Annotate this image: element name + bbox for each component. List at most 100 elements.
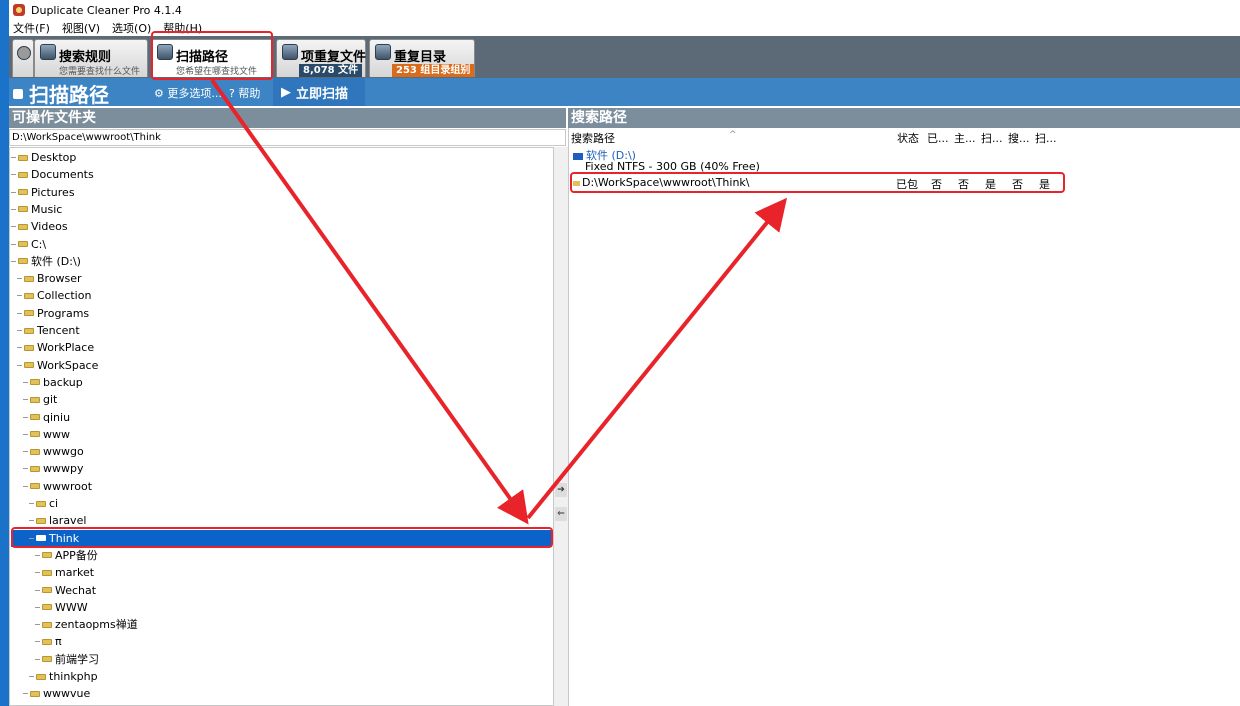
- expander-icon[interactable]: [35, 589, 40, 591]
- expander-icon[interactable]: [17, 347, 22, 349]
- pane-splitter[interactable]: [554, 147, 568, 706]
- tree-node[interactable]: Pictures: [11, 184, 75, 201]
- expander-icon[interactable]: [23, 381, 28, 383]
- expander-icon[interactable]: [35, 606, 40, 608]
- tree-node[interactable]: wwwgo: [23, 443, 84, 460]
- row-scan2[interactable]: 是: [1039, 176, 1050, 192]
- tree-node[interactable]: WorkPlace: [17, 339, 94, 356]
- expander-icon[interactable]: [29, 520, 34, 522]
- row-master[interactable]: 否: [958, 176, 969, 192]
- expander-icon[interactable]: [11, 226, 16, 228]
- tree-node[interactable]: Programs: [17, 305, 89, 322]
- tree-node[interactable]: π: [35, 633, 62, 650]
- expander-icon[interactable]: [17, 330, 22, 331]
- tree-node[interactable]: zentaopms禅道: [35, 616, 138, 633]
- tab-duplicate-folders[interactable]: 重复目录 253 组目录组别: [369, 39, 475, 77]
- tree-node[interactable]: wwwroot: [23, 478, 92, 495]
- tree-node[interactable]: 软件 (D:\): [11, 253, 81, 270]
- tree-node[interactable]: Think: [11, 529, 552, 547]
- folder-tree[interactable]: Desktop Documents Pictures Music Videos C:\ 软件…: [9, 147, 554, 706]
- expander-icon[interactable]: [23, 416, 28, 418]
- tree-node[interactable]: Tencent: [17, 322, 80, 339]
- more-options-link[interactable]: ⚙ 更多选项...: [154, 85, 222, 101]
- tree-node-label: π: [55, 635, 62, 649]
- tree-node[interactable]: WorkSpace: [17, 357, 98, 374]
- current-path-field[interactable]: D:\WorkSpace\wwwroot\Think: [9, 129, 566, 146]
- tree-node-label: wwwpy: [43, 462, 84, 476]
- col-scan2[interactable]: 扫...: [1035, 130, 1057, 146]
- tree-node[interactable]: wwwpy: [23, 460, 83, 477]
- expander-icon[interactable]: [35, 658, 40, 660]
- more-options-label: 更多选项...: [167, 87, 222, 100]
- menu-options[interactable]: 选项(O): [112, 20, 151, 36]
- tab-scan-path[interactable]: 扫描路径 您希望在哪查找文件: [151, 39, 273, 77]
- tree-node[interactable]: ci: [29, 495, 58, 512]
- expander-icon[interactable]: [17, 312, 22, 314]
- tree-node[interactable]: C:\: [11, 236, 46, 253]
- tree-node[interactable]: APP备份: [35, 547, 98, 564]
- col-search[interactable]: 搜...: [1008, 130, 1030, 146]
- add-path-arrow-icon[interactable]: ➔: [555, 483, 567, 497]
- menu-bar: 文件(F) 视图(V) 选项(O) 帮助(H): [9, 20, 1240, 36]
- row-search[interactable]: 否: [1012, 176, 1023, 192]
- tree-node[interactable]: WWW: [35, 599, 88, 616]
- tree-node[interactable]: Documents: [11, 166, 94, 183]
- expander-icon[interactable]: [11, 174, 16, 176]
- tree-node[interactable]: Browser: [17, 270, 82, 287]
- expander-icon[interactable]: [11, 191, 16, 193]
- search-path-row[interactable]: D:\WorkSpace\wwwroot\Think\ 已包 否 否 是 否 是: [573, 176, 1068, 192]
- tree-node[interactable]: backup: [23, 374, 83, 391]
- col-master[interactable]: 主...: [954, 130, 976, 146]
- tree-node[interactable]: thinkphp: [29, 668, 98, 685]
- tree-node[interactable]: git: [23, 391, 57, 408]
- tree-node[interactable]: market: [35, 564, 94, 581]
- tree-node-label: 软件 (D:\): [31, 254, 81, 268]
- expander-icon[interactable]: [23, 485, 28, 487]
- expander-icon[interactable]: [23, 399, 28, 401]
- tree-node[interactable]: wwwvue: [23, 685, 90, 702]
- expander-icon[interactable]: [29, 676, 34, 677]
- menu-view[interactable]: 视图(V): [62, 20, 100, 36]
- expander-icon[interactable]: [11, 260, 16, 262]
- expander-icon[interactable]: [23, 693, 28, 695]
- scan-now-button[interactable]: ▶ 立即扫描: [273, 78, 365, 106]
- expander-icon[interactable]: [35, 641, 40, 643]
- col-path[interactable]: 搜索路径: [571, 130, 615, 146]
- tree-node[interactable]: 前端学习: [35, 651, 99, 668]
- expander-icon[interactable]: [17, 278, 22, 280]
- tab-duplicate-files[interactable]: 项重复文件 8,078 文件: [276, 39, 366, 77]
- tab-home[interactable]: [12, 39, 34, 77]
- help-link[interactable]: ? 帮助: [229, 85, 260, 101]
- expander-icon[interactable]: [17, 364, 22, 366]
- tree-node[interactable]: laravel: [29, 512, 86, 529]
- expander-icon[interactable]: [35, 554, 40, 556]
- tree-node[interactable]: Desktop: [11, 149, 76, 166]
- col-included[interactable]: 已...: [927, 130, 949, 146]
- tree-node[interactable]: Videos: [11, 218, 68, 235]
- expander-icon[interactable]: [23, 433, 28, 435]
- expander-icon[interactable]: [29, 503, 34, 504]
- remove-path-arrow-icon[interactable]: ⇐: [555, 507, 567, 521]
- expander-icon[interactable]: [23, 468, 28, 470]
- col-scan[interactable]: 扫...: [981, 130, 1003, 146]
- menu-file[interactable]: 文件(F): [13, 20, 50, 36]
- expander-icon[interactable]: [11, 157, 16, 158]
- col-status[interactable]: 状态: [897, 130, 919, 146]
- row-included[interactable]: 否: [931, 176, 942, 192]
- expander-icon[interactable]: [35, 572, 40, 574]
- row-scan[interactable]: 是: [985, 176, 996, 192]
- tree-node[interactable]: www: [23, 426, 70, 443]
- tree-node-label: zentaopms禅道: [55, 618, 138, 632]
- tree-node[interactable]: Music: [11, 201, 62, 218]
- expander-icon[interactable]: [11, 208, 16, 210]
- expander-icon[interactable]: [35, 624, 40, 626]
- expander-icon[interactable]: [11, 243, 16, 245]
- tree-node[interactable]: Collection: [17, 287, 91, 304]
- menu-help[interactable]: 帮助(H): [163, 20, 202, 36]
- expander-icon[interactable]: [17, 295, 22, 297]
- tree-node[interactable]: Wechat: [35, 582, 96, 599]
- tree-node[interactable]: qiniu: [23, 409, 70, 426]
- tab-search-rules[interactable]: 搜索规则 您需要查找什么文件: [34, 39, 148, 77]
- expander-icon[interactable]: [23, 451, 28, 453]
- expander-icon[interactable]: [29, 537, 34, 539]
